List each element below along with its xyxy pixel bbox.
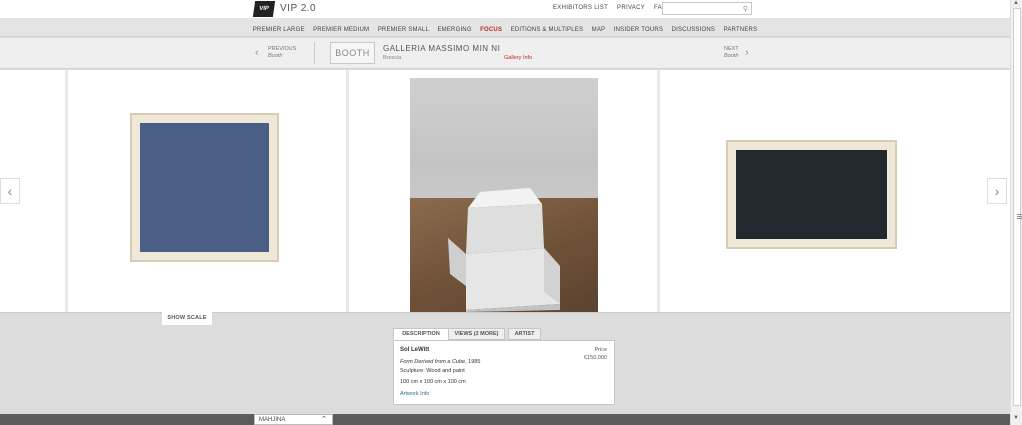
booth-bar: ‹ PREVIOUS Booth BOOTH GALLERIA MASSIMO …	[0, 38, 1010, 69]
carousel-next-arrow[interactable]: ›	[987, 178, 1007, 204]
chevron-left-icon: ‹	[255, 47, 259, 59]
scroll-down-icon[interactable]: ▼	[1013, 415, 1019, 421]
previous-label: PREVIOUS	[268, 46, 297, 52]
tab-artist[interactable]: ARTIST	[508, 328, 541, 340]
bottom-bar	[0, 414, 1010, 425]
top-bar: VIP VIP 2.0 EXHIBITORS LIST PRIVACY FAQ …	[0, 0, 1010, 18]
tab-description[interactable]: DESCRIPTION	[393, 328, 449, 340]
artwork-dimensions: 100 cm x 100 cm x 100 cm	[400, 379, 466, 385]
scroll-up-icon[interactable]: ▲	[1013, 0, 1019, 6]
gallery-name: GALLERIA MASSIMO MIN NI	[383, 44, 501, 53]
privacy-link[interactable]: PRIVACY	[617, 5, 645, 11]
main-nav: PREMIER LARGE PREMIER MEDIUM PREMIER SMA…	[0, 18, 1010, 37]
dropdown-value: MAHJINA	[259, 417, 286, 423]
sculpture-shape	[448, 188, 560, 312]
search-icon[interactable]: ⚲	[743, 5, 748, 13]
search-box: ⚲	[662, 2, 752, 15]
artwork-title-text: Form Derived from a Cube	[400, 359, 466, 365]
search-input[interactable]	[665, 4, 739, 13]
panel-divider	[657, 70, 660, 312]
artwork-year: , 1985	[465, 359, 481, 365]
artwork-blue-square[interactable]	[130, 113, 279, 262]
tab-views[interactable]: VIEWS (2 MORE)	[448, 328, 505, 340]
artwork-image	[140, 123, 269, 252]
panel-divider	[65, 70, 68, 312]
artwork-carousel: ‹ ›	[0, 70, 1010, 312]
artwork-dark-rectangle[interactable]	[726, 140, 897, 249]
gallery-dropdown[interactable]: MAHJINA ⌃	[254, 414, 333, 425]
artwork-title: Form Derived from a Cube, 1985	[400, 359, 480, 365]
artist-name: Sol LeWitt	[400, 347, 430, 353]
chevron-right-icon: ›	[745, 47, 749, 59]
carousel-prev-arrow[interactable]: ‹	[0, 178, 20, 204]
show-scale-button[interactable]: SHOW SCALE	[162, 312, 212, 325]
exhibitors-list-link[interactable]: EXHIBITORS LIST	[553, 5, 608, 11]
price-value: €150,000	[584, 355, 607, 361]
gallery-city: Brescia	[383, 55, 402, 61]
chevron-up-icon: ⌃	[321, 416, 327, 423]
page-scrollbar[interactable]: ▲ ▼	[1010, 0, 1022, 425]
next-label: NEXT	[724, 46, 739, 52]
brand-title: VIP 2.0	[280, 3, 317, 14]
artwork-info-link[interactable]: Artwork Info	[400, 391, 429, 397]
previous-sub: Booth	[268, 53, 283, 59]
scrollbar-thumb[interactable]	[1013, 8, 1022, 406]
artwork-image	[736, 150, 887, 239]
divider	[314, 42, 315, 64]
artwork-medium: Sculpture: Wood and paint	[400, 368, 465, 374]
artwork-details-area: SHOW SCALE DESCRIPTION VIEWS (2 MORE) AR…	[0, 312, 1010, 414]
price-label: Price	[594, 347, 607, 353]
vip-logo[interactable]: VIP	[252, 1, 276, 17]
gallery-info-link[interactable]: Gallery Info	[504, 55, 532, 61]
grip-icon	[1017, 214, 1022, 215]
page: VIP VIP 2.0 EXHIBITORS LIST PRIVACY FAQ …	[0, 0, 1022, 425]
artwork-sculpture[interactable]	[410, 78, 598, 312]
next-sub: Booth	[724, 53, 739, 59]
panel-divider	[346, 70, 349, 312]
description-panel: Sol LeWitt Form Derived from a Cube, 198…	[393, 340, 615, 405]
booth-button[interactable]: BOOTH	[330, 42, 375, 64]
top-links: EXHIBITORS LIST PRIVACY FAQ	[553, 5, 674, 11]
